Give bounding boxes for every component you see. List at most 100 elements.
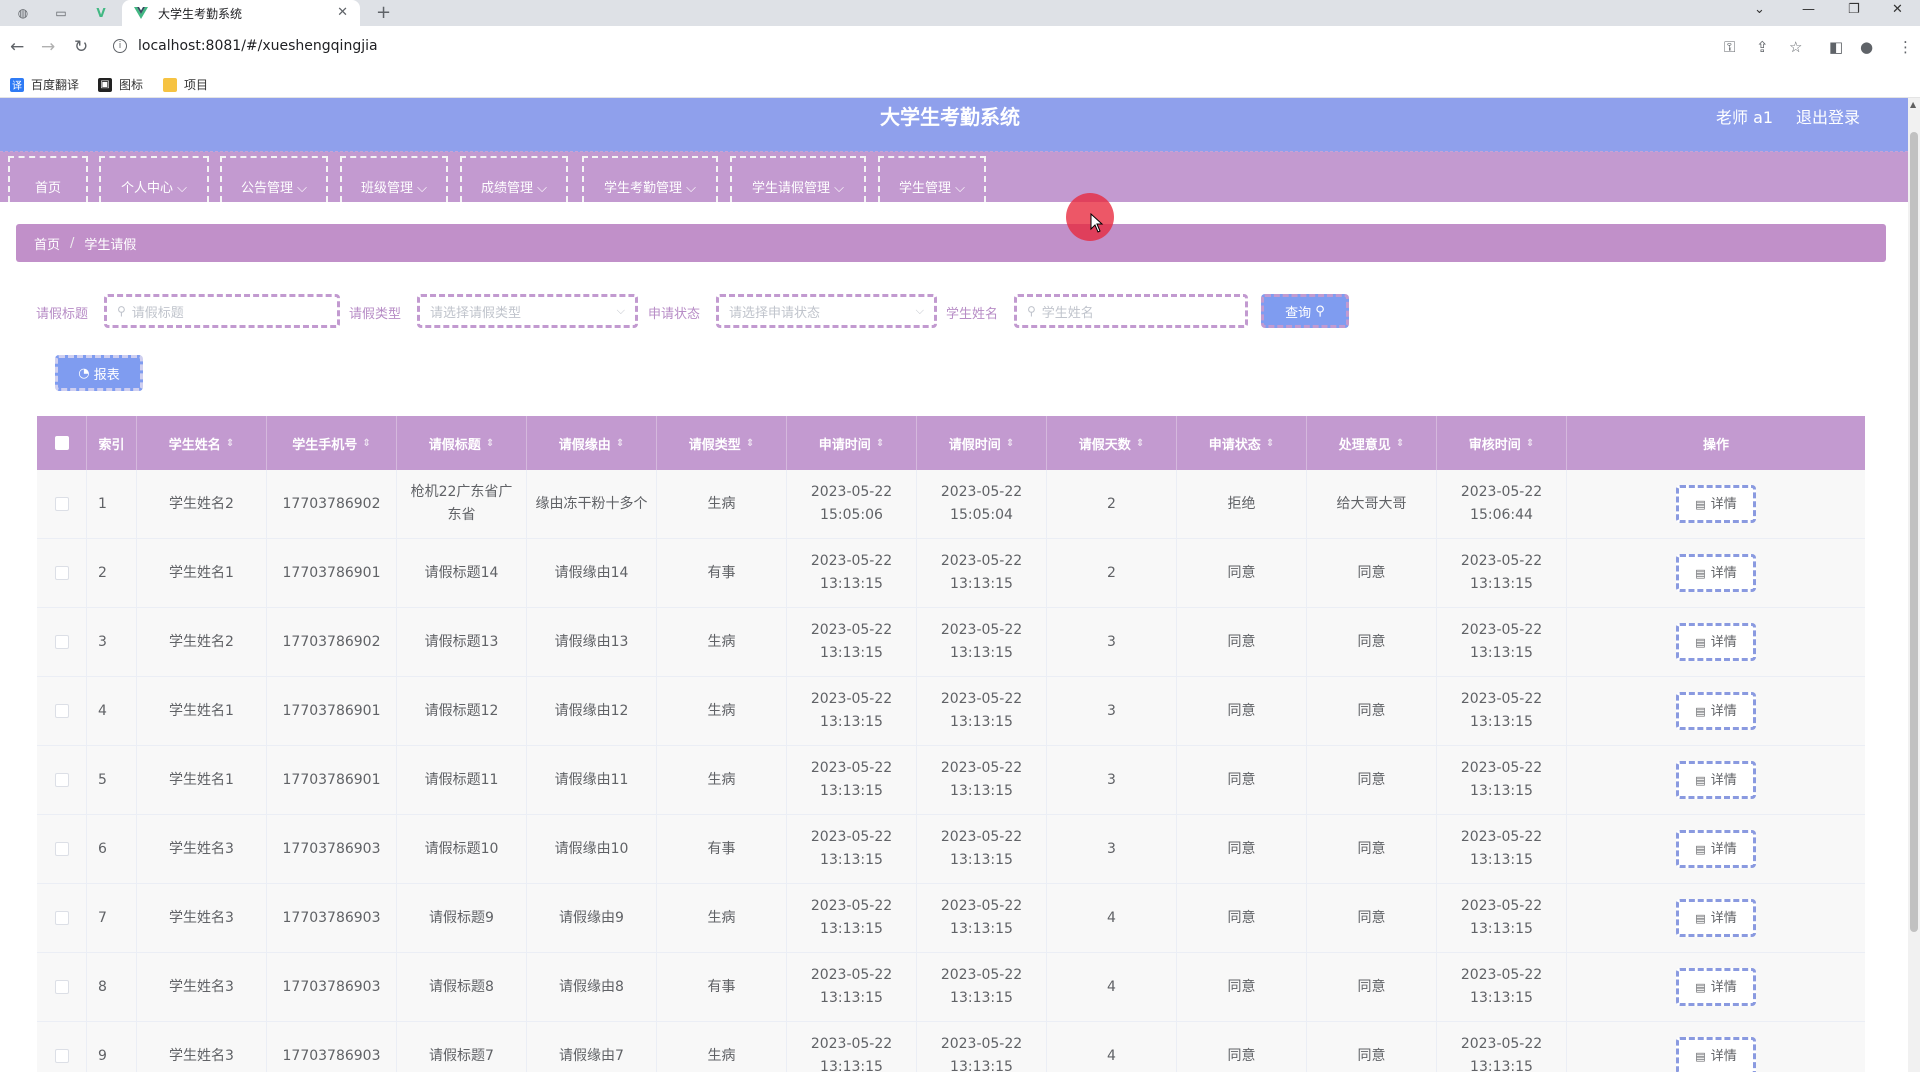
row-checkbox[interactable] — [54, 980, 69, 994]
row-checkbox[interactable] — [54, 911, 69, 925]
menu-item-leave[interactable]: 学生请假管理 ⌵ — [730, 156, 866, 202]
row-checkbox[interactable] — [54, 773, 69, 787]
bookmark-baidu-translate[interactable]: 译 百度翻译 — [10, 76, 79, 93]
row-checkbox[interactable] — [54, 566, 69, 580]
back-icon[interactable]: ← — [10, 37, 24, 57]
menu-item-class[interactable]: 班级管理 ⌵ — [340, 156, 448, 202]
detail-button[interactable]: ▤ 详情 — [1676, 1037, 1756, 1072]
th-reason[interactable]: 请假缘由 ⇕ — [527, 416, 657, 470]
detail-button[interactable]: ▤ 详情 — [1676, 692, 1756, 730]
breadcrumb-home[interactable]: 首页 — [34, 234, 60, 253]
row-checkbox[interactable] — [54, 704, 69, 718]
sort-icon[interactable]: ⇕ — [226, 438, 234, 449]
menu-item-attendance[interactable]: 学生考勤管理 ⌵ — [582, 156, 718, 202]
query-button[interactable]: 查询 ⚲ — [1261, 294, 1349, 328]
th-apply-time[interactable]: 申请时间 ⇕ — [787, 416, 917, 470]
th-title[interactable]: 请假标题 ⇕ — [397, 416, 527, 470]
row-checkbox-cell[interactable] — [37, 608, 87, 676]
scroll-up-icon[interactable]: ▲ — [1910, 100, 1916, 109]
sidepanel-icon[interactable]: ◧ — [1829, 38, 1843, 56]
detail-button[interactable]: ▤ 详情 — [1676, 554, 1756, 592]
share-icon[interactable]: ⇪ — [1756, 38, 1769, 56]
profile-icon[interactable]: ● — [1860, 38, 1873, 56]
th-review-time[interactable]: 审核时间 ⇕ — [1437, 416, 1567, 470]
menu-icon[interactable]: ⋮ — [1898, 38, 1913, 56]
sort-icon[interactable]: ⇕ — [1396, 438, 1404, 449]
detail-button[interactable]: ▤ 详情 — [1676, 761, 1756, 799]
th-student-name[interactable]: 学生姓名 ⇕ — [137, 416, 267, 470]
globe-icon[interactable]: ◍ — [14, 4, 32, 22]
leave-type-select[interactable]: 请选择请假类型 ⌵ — [417, 294, 638, 328]
bookmark-icons[interactable]: ▣ 图标 — [98, 76, 143, 93]
cell-status-text: 同意 — [1227, 771, 1256, 788]
detail-button[interactable]: ▤ 详情 — [1676, 830, 1756, 868]
row-checkbox[interactable] — [54, 1049, 69, 1063]
detail-button[interactable]: ▤ 详情 — [1676, 899, 1756, 937]
th-type[interactable]: 请假类型 ⇕ — [657, 416, 787, 470]
site-info-icon[interactable]: i — [113, 39, 127, 53]
th-leave-time[interactable]: 请假时间 ⇕ — [917, 416, 1047, 470]
sort-icon[interactable]: ⇕ — [486, 438, 494, 449]
minimize-icon[interactable]: — — [1802, 2, 1815, 17]
url-field[interactable]: localhost:8081/#/xueshengqingjia — [138, 38, 378, 54]
menu-item-notice[interactable]: 公告管理 ⌵ — [220, 156, 328, 202]
select-all-checkbox[interactable] — [54, 436, 69, 450]
row-checkbox-cell[interactable] — [37, 953, 87, 1021]
browser-tab-active[interactable]: 大学生考勤系统 ✕ — [122, 0, 360, 26]
student-name-input[interactable]: ⚲ 学生姓名 — [1014, 294, 1248, 328]
detail-button[interactable]: ▤ 详情 — [1676, 968, 1756, 1006]
row-checkbox[interactable] — [54, 635, 69, 649]
cell-student-name-text: 学生姓名1 — [169, 771, 234, 788]
sort-icon[interactable]: ⇕ — [1526, 438, 1534, 449]
sort-icon[interactable]: ⇕ — [1136, 438, 1144, 449]
key-icon[interactable]: ⚿ — [1724, 38, 1735, 56]
sort-icon[interactable]: ⇕ — [746, 438, 754, 449]
th-opinion[interactable]: 处理意见 ⇕ — [1307, 416, 1437, 470]
menu-item-home[interactable]: 首页 — [8, 156, 88, 202]
bookmark-project[interactable]: 项目 — [163, 76, 208, 93]
restore-icon[interactable]: ❐ — [1848, 2, 1860, 17]
apply-status-select[interactable]: 请选择申请状态 ⌵ — [716, 294, 937, 328]
row-checkbox-cell[interactable] — [37, 470, 87, 538]
row-checkbox-cell[interactable] — [37, 677, 87, 745]
row-checkbox[interactable] — [54, 842, 69, 856]
detail-button[interactable]: ▤ 详情 — [1676, 485, 1756, 523]
row-checkbox-cell[interactable] — [37, 884, 87, 952]
th-status[interactable]: 申请状态 ⇕ — [1177, 416, 1307, 470]
row-checkbox[interactable] — [54, 497, 69, 511]
page-scrollbar[interactable]: ▲ — [1908, 98, 1920, 1072]
sort-icon[interactable]: ⇕ — [362, 438, 370, 449]
reload-icon[interactable]: ↻ — [74, 37, 88, 57]
tab-search-icon[interactable]: ⌄ — [1754, 2, 1765, 17]
new-tab-icon[interactable]: + — [376, 2, 391, 23]
sort-icon[interactable]: ⇕ — [1006, 438, 1014, 449]
detail-label: 详情 — [1710, 565, 1737, 581]
sort-icon[interactable]: ⇕ — [616, 438, 624, 449]
row-checkbox-cell[interactable] — [37, 815, 87, 883]
tab-close-icon[interactable]: ✕ — [337, 5, 348, 20]
blank-tab-icon[interactable]: ▭ — [52, 4, 70, 22]
report-button[interactable]: ◔ 报表 — [55, 355, 143, 391]
leave-title-input[interactable]: ⚲ 请假标题 — [104, 294, 340, 328]
sort-icon[interactable]: ⇕ — [876, 438, 884, 449]
menu-item-students[interactable]: 学生管理 ⌵ — [878, 156, 986, 202]
row-checkbox-cell[interactable] — [37, 1022, 87, 1072]
star-icon[interactable]: ☆ — [1789, 38, 1802, 56]
menu-item-personal[interactable]: 个人中心 ⌵ — [99, 156, 209, 202]
row-checkbox-cell[interactable] — [37, 539, 87, 607]
row-checkbox-cell[interactable] — [37, 746, 87, 814]
cell-title: 请假标题10 — [397, 815, 527, 883]
menu-item-grades[interactable]: 成绩管理 ⌵ — [460, 156, 568, 202]
forward-icon[interactable]: → — [41, 37, 55, 57]
cell-student-name: 学生姓名2 — [137, 470, 267, 538]
th-phone[interactable]: 学生手机号 ⇕ — [267, 416, 397, 470]
scrollbar-thumb[interactable] — [1910, 132, 1918, 932]
close-window-icon[interactable]: ✕ — [1892, 2, 1903, 17]
th-days[interactable]: 请假天数 ⇕ — [1047, 416, 1177, 470]
vue-icon[interactable]: V — [92, 4, 110, 22]
sort-icon[interactable]: ⇕ — [1266, 438, 1274, 449]
cell-actions: ▤ 详情 — [1567, 884, 1865, 952]
detail-button[interactable]: ▤ 详情 — [1676, 623, 1756, 661]
select-all-checkbox-cell[interactable] — [37, 416, 87, 470]
logout-button[interactable]: 退出登录 — [1796, 104, 1860, 128]
